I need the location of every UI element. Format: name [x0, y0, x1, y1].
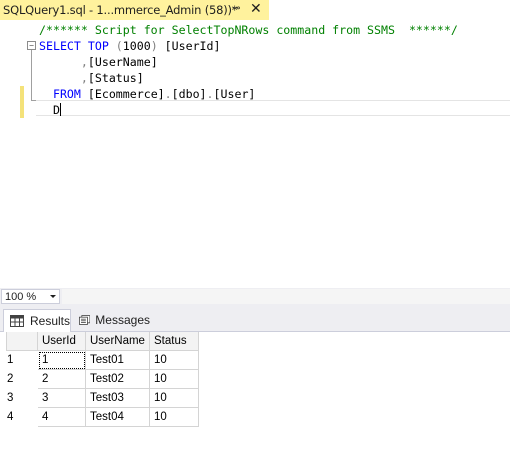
code-token: . [164, 87, 172, 101]
chevron-down-icon[interactable] [50, 295, 56, 298]
results-tab-bar: Results Messages [0, 305, 510, 332]
row-number-header[interactable] [6, 332, 38, 351]
table-row[interactable]: 3 3 Test03 10 [0, 389, 510, 408]
column-header[interactable]: Status [150, 332, 199, 351]
code-line[interactable]: ,[UserName] [39, 54, 158, 70]
tab-results[interactable]: Results [3, 309, 71, 332]
code-token: [UserName] [87, 55, 158, 69]
code-line[interactable]: FROM [Ecommerce].[dbo].[User] [39, 86, 255, 102]
grid-cell[interactable]: 2 [38, 370, 86, 389]
zoom-dropdown[interactable]: 100 % [1, 289, 60, 304]
code-token: D [39, 103, 60, 117]
code-line[interactable]: ,[Status] [39, 70, 144, 86]
grid-cell[interactable]: Test02 [86, 370, 150, 389]
fold-guide [31, 47, 32, 101]
grid-cell[interactable]: 10 [150, 389, 199, 408]
editor-status-bar: 100 % [0, 288, 510, 305]
code-token: ) [150, 39, 158, 53]
grid-cell[interactable]: 1 [38, 351, 86, 370]
grid-header-row: UserId UserName Status [0, 332, 510, 351]
tab-messages-label: Messages [95, 313, 150, 327]
zoom-value: 100 % [5, 290, 37, 303]
grid-cell[interactable]: Test01 [86, 351, 150, 370]
code-token: FROM [39, 87, 88, 101]
row-number[interactable]: 2 [6, 370, 38, 389]
tab-results-label: Results [29, 314, 70, 328]
code-token: 1000 [122, 39, 151, 53]
column-header[interactable]: UserId [38, 332, 86, 351]
table-row[interactable]: 1 1 Test01 10 [0, 351, 510, 370]
row-number[interactable]: 3 [6, 389, 38, 408]
current-line-highlight [36, 100, 510, 116]
code-token: [Status] [87, 71, 144, 85]
code-token: [Ecommerce] [87, 87, 165, 101]
close-tab-icon[interactable]: ✕ [250, 1, 262, 17]
code-token: [User] [213, 87, 256, 101]
grid-cell[interactable]: 10 [150, 351, 199, 370]
code-token: [dbo] [171, 87, 207, 101]
document-tab-strip: SQLQuery1.sql - 1...mmerce_Admin (58))* … [0, 0, 510, 20]
code-token: /****** Script for SelectTopNRows comman… [39, 23, 458, 37]
document-tab[interactable]: SQLQuery1.sql - 1...mmerce_Admin (58))* … [0, 0, 269, 20]
messages-icon [79, 315, 91, 325]
row-number[interactable]: 1 [6, 351, 38, 370]
code-token: , [80, 55, 88, 69]
grid-cell[interactable]: 4 [38, 408, 86, 427]
grid-cell[interactable]: Test03 [86, 389, 150, 408]
grid-cell[interactable]: 3 [38, 389, 86, 408]
results-pane: Results Messages UserId UserName Status … [0, 305, 510, 462]
table-row[interactable]: 2 2 Test02 10 [0, 370, 510, 389]
code-line[interactable]: D [39, 102, 61, 118]
pin-icon[interactable]: ⊸ [232, 3, 240, 14]
code-token: . [206, 87, 214, 101]
row-number[interactable]: 4 [6, 408, 38, 427]
grid-icon [10, 315, 24, 327]
change-margin-marker [20, 86, 24, 118]
code-token: ( [115, 39, 123, 53]
grid-cell[interactable]: 10 [150, 408, 199, 427]
table-row[interactable]: 4 4 Test04 10 [0, 408, 510, 427]
code-token: SELECT TOP [39, 39, 116, 53]
column-header[interactable]: UserName [86, 332, 150, 351]
document-tab-title: SQLQuery1.sql - 1...mmerce_Admin (58))* [3, 3, 238, 17]
tab-messages[interactable]: Messages [76, 309, 150, 331]
code-token: , [80, 71, 88, 85]
grid-cell[interactable]: 10 [150, 370, 199, 389]
collapse-icon[interactable]: − [27, 41, 36, 50]
code-token: [UserId] [157, 39, 221, 53]
code-line[interactable]: SELECT TOP (1000) [UserId] [39, 38, 221, 54]
horizontal-scrollbar[interactable] [62, 289, 510, 304]
grid-cell[interactable]: Test04 [86, 408, 150, 427]
code-line[interactable]: /****** Script for SelectTopNRows comman… [39, 22, 458, 38]
query-editor[interactable]: − /****** Script for SelectTopNRows comm… [0, 20, 510, 288]
text-caret [59, 103, 61, 116]
